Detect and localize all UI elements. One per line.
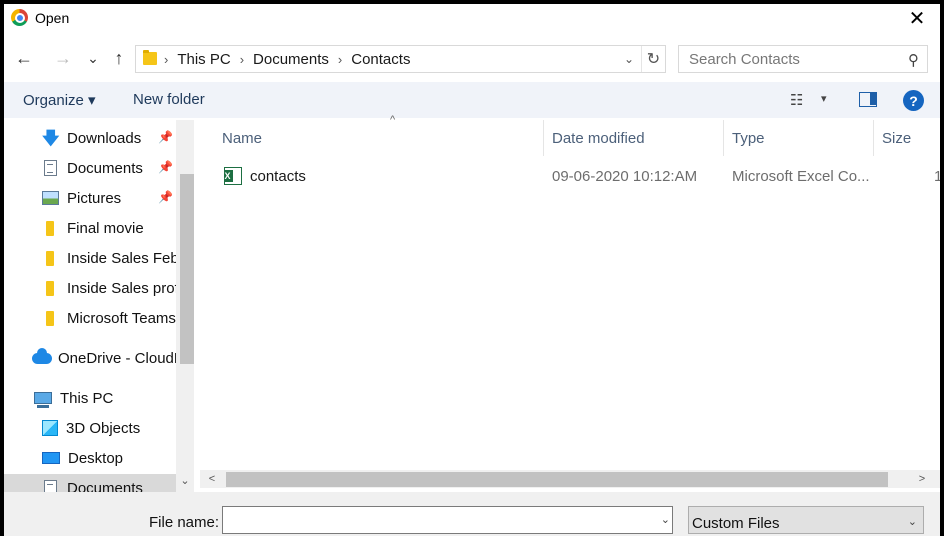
folder-icon bbox=[46, 220, 54, 236]
document-icon bbox=[44, 480, 57, 492]
column-header-size[interactable]: Size bbox=[874, 120, 940, 156]
file-date-cell: 09-06-2020 10:12:AM bbox=[552, 167, 698, 185]
chevron-right-icon[interactable]: › bbox=[338, 52, 342, 67]
scroll-down-button[interactable]: ⌄ bbox=[176, 470, 194, 490]
file-name-cell[interactable]: contacts bbox=[224, 162, 534, 190]
excel-file-icon bbox=[224, 167, 242, 185]
this-pc-icon bbox=[34, 392, 52, 408]
sidebar-item-label: Documents bbox=[67, 479, 143, 493]
file-size-cell: 1 bbox=[934, 167, 940, 185]
sidebar-item-onedrive[interactable]: OneDrive - CloudF bbox=[32, 344, 183, 372]
file-name: contacts bbox=[250, 167, 306, 185]
crumb-documents[interactable]: Documents bbox=[253, 51, 329, 68]
download-arrow-icon: 🡇 bbox=[42, 128, 60, 148]
sidebar-item-label: Desktop bbox=[68, 449, 124, 467]
back-button[interactable]: ← bbox=[12, 46, 36, 70]
address-bar[interactable]: › This PC › Documents › Contacts ⌄ ↻ bbox=[135, 45, 666, 73]
file-name-label: File name: bbox=[149, 514, 220, 531]
open-file-dialog: Open ✕ ← → ⌄ ↑ › This PC › Documents › C… bbox=[4, 4, 940, 536]
sidebar-item-downloads[interactable]: 🡇 Downloads bbox=[42, 124, 141, 152]
chrome-icon bbox=[11, 9, 28, 26]
sidebar-item-label: Inside Sales Feb bbox=[67, 249, 179, 267]
sidebar-item-documents[interactable]: Documents bbox=[42, 154, 143, 182]
window-title: Open bbox=[35, 10, 70, 26]
sidebar-item-label: Microsoft Teams bbox=[67, 309, 176, 327]
folder-icon bbox=[143, 50, 157, 65]
column-header-type[interactable]: Type bbox=[724, 120, 874, 156]
search-icon: ⚲ bbox=[908, 52, 919, 69]
document-icon bbox=[44, 160, 57, 176]
scroll-left-button[interactable]: < bbox=[204, 470, 220, 488]
address-dropdown-button[interactable]: ⌄ bbox=[619, 46, 639, 72]
view-dropdown-button[interactable]: ▾ bbox=[821, 92, 827, 105]
onedrive-cloud-icon bbox=[32, 347, 52, 364]
sidebar-item-desktop[interactable]: Desktop bbox=[42, 444, 123, 472]
sidebar-item-inside-sales-prof[interactable]: Inside Sales prof bbox=[42, 274, 179, 302]
sidebar-item-this-pc[interactable]: This PC bbox=[34, 384, 113, 412]
pin-icon[interactable]: 📌 bbox=[158, 130, 173, 144]
sidebar-item-documents-selected[interactable]: Documents bbox=[4, 474, 176, 492]
3d-objects-icon bbox=[42, 420, 58, 436]
search-placeholder: Search Contacts bbox=[689, 51, 800, 68]
new-folder-button[interactable]: New folder bbox=[133, 91, 205, 108]
sidebar-item-microsoft-teams[interactable]: Microsoft Teams bbox=[42, 304, 176, 332]
sort-ascending-icon: ^ bbox=[390, 114, 396, 126]
forward-button[interactable]: → bbox=[51, 46, 75, 70]
folder-icon bbox=[46, 250, 54, 266]
close-button[interactable]: ✕ bbox=[894, 4, 940, 32]
file-type-value: Custom Files bbox=[692, 515, 780, 532]
address-row: ← → ⌄ ↑ › This PC › Documents › Contacts… bbox=[4, 38, 940, 78]
chevron-right-icon[interactable]: › bbox=[164, 52, 168, 67]
preview-pane-icon[interactable] bbox=[859, 92, 877, 107]
scroll-right-button[interactable]: > bbox=[914, 470, 930, 488]
file-type-cell: Microsoft Excel Co... bbox=[732, 167, 870, 185]
organize-button[interactable]: Organize ▾ bbox=[23, 91, 96, 109]
file-type-select[interactable]: Custom Files ⌄ bbox=[688, 506, 924, 534]
sidebar-item-label: Downloads bbox=[67, 129, 142, 147]
column-header-label: Name bbox=[222, 129, 263, 147]
pin-icon[interactable]: 📌 bbox=[158, 160, 173, 174]
sidebar-item-label: This PC bbox=[60, 389, 114, 407]
chevron-down-icon: ⌄ bbox=[907, 516, 917, 528]
pin-icon[interactable]: 📌 bbox=[158, 190, 173, 204]
folder-icon bbox=[46, 280, 54, 296]
desktop-icon bbox=[42, 452, 60, 464]
command-bar: Organize ▾ New folder ☷ ▾ ? bbox=[4, 82, 940, 118]
navigation-scrollbar-thumb[interactable] bbox=[180, 174, 194, 364]
sidebar-item-label: OneDrive - CloudF bbox=[58, 349, 184, 367]
chevron-right-icon[interactable]: › bbox=[240, 52, 244, 67]
breadcrumb: › This PC › Documents › Contacts bbox=[164, 46, 410, 72]
sidebar-item-label: Pictures bbox=[67, 189, 122, 207]
crumb-this-pc[interactable]: This PC bbox=[177, 51, 230, 68]
navigation-pane: 🡇 Downloads 📌 Documents 📌 Pictures 📌 Fin… bbox=[4, 120, 196, 492]
help-icon[interactable]: ? bbox=[903, 90, 924, 111]
search-input[interactable]: Search Contacts ⚲ bbox=[678, 45, 928, 73]
chevron-down-icon[interactable]: ⌄ bbox=[661, 513, 670, 526]
title-bar: Open ✕ bbox=[4, 4, 940, 32]
horizontal-scrollbar-thumb[interactable] bbox=[226, 472, 888, 487]
pictures-icon bbox=[42, 191, 59, 205]
sidebar-item-label: Inside Sales prof bbox=[67, 279, 179, 297]
file-name-bar: File name: ⌄ Custom Files ⌄ bbox=[4, 492, 940, 536]
sidebar-item-label: 3D Objects bbox=[66, 419, 141, 437]
file-list: Name ^ Date modified Type Size contacts … bbox=[200, 114, 940, 470]
sidebar-item-label: Documents bbox=[67, 159, 143, 177]
sidebar-item-pictures[interactable]: Pictures bbox=[42, 184, 121, 212]
sidebar-item-inside-sales-feb[interactable]: Inside Sales Feb bbox=[42, 244, 179, 272]
sidebar-item-label: Final movie bbox=[67, 219, 144, 237]
recent-locations-button[interactable]: ⌄ bbox=[81, 46, 105, 70]
refresh-button[interactable]: ↻ bbox=[641, 46, 665, 72]
file-name-input[interactable]: ⌄ bbox=[222, 506, 673, 534]
crumb-contacts[interactable]: Contacts bbox=[351, 51, 410, 68]
sidebar-item-final-movie[interactable]: Final movie bbox=[42, 214, 144, 242]
sidebar-item-3d-objects[interactable]: 3D Objects bbox=[42, 414, 140, 442]
column-header-name[interactable]: Name ^ bbox=[214, 114, 544, 156]
table-row[interactable]: contacts 09-06-2020 10:12:AM Microsoft E… bbox=[200, 162, 940, 190]
column-header-date-modified[interactable]: Date modified bbox=[544, 120, 724, 156]
view-options-icon[interactable]: ☷ bbox=[790, 91, 803, 109]
folder-icon bbox=[46, 310, 54, 326]
up-button[interactable]: ↑ bbox=[107, 46, 131, 70]
